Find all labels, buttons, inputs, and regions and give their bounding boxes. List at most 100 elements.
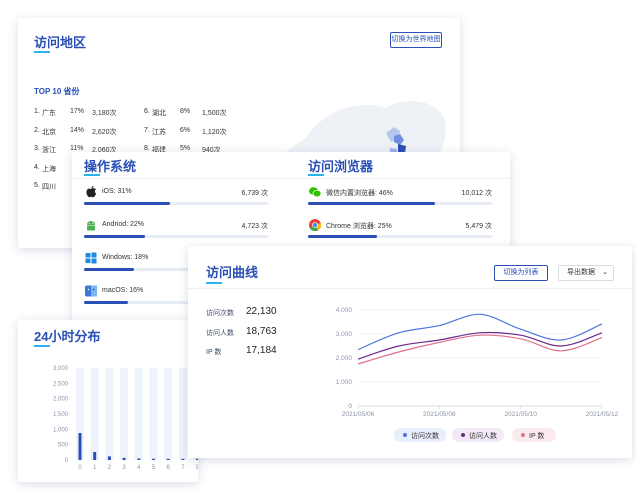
- visits-series-line: [357, 331, 603, 360]
- os-stat-label: Windows: 18%: [102, 254, 149, 261]
- hours-bar-bg: [134, 368, 143, 460]
- province-rank: 8.: [144, 145, 150, 152]
- os-stat-row: Andriod: 22% 4,723 次: [84, 218, 268, 240]
- browser-title: 访问浏览器: [308, 159, 374, 174]
- os-stat-row: iOS: 31% 6,739 次: [84, 185, 268, 207]
- province-name: 浙江: [42, 147, 56, 154]
- os-stat-track: [84, 202, 268, 205]
- province-rank: 2.: [34, 126, 40, 134]
- hours-bar: [78, 433, 82, 460]
- hours-bar-chart: 05001,0001,5002,0002,5003,00001234567891…: [53, 366, 198, 471]
- os-title: 操作系统: [84, 159, 137, 174]
- province-pct: 17%: [70, 108, 85, 115]
- wechat-icon: [308, 185, 322, 199]
- province-row: 1. 广东 17% 3,180次: [34, 108, 139, 120]
- hours-bar: [166, 458, 170, 460]
- os-stat-fill: [84, 268, 134, 271]
- hours-bar-bg: [105, 368, 114, 460]
- province-pct: 11%: [70, 145, 84, 152]
- os-stat-fill: [84, 235, 145, 238]
- hours-x-tick: 5: [152, 465, 156, 471]
- province-rank: 4.: [34, 163, 40, 171]
- visits-card: 访问曲线 切换为列表 导出数据 ⌄ 访问次数 22,130 访问人数 18,76…: [188, 246, 632, 458]
- hours-bar: [196, 458, 198, 460]
- legend-visitors-dot: [461, 433, 465, 437]
- hours-bar-bg: [164, 368, 173, 460]
- visits-series-line: [357, 313, 603, 351]
- legend-visitors-label: 访问人数: [469, 433, 497, 440]
- browser-stat-count: 10,012 次: [461, 190, 492, 197]
- province-name: 湖北: [152, 110, 166, 117]
- browser-stat-fill: [308, 235, 377, 238]
- province-count: 2,620次: [92, 128, 117, 136]
- hours-bar-bg: [149, 368, 158, 460]
- hours-bar-bg: [90, 368, 99, 460]
- hours-y-tick: 2,500: [53, 381, 69, 387]
- os-stat-label: iOS: 31%: [102, 188, 132, 195]
- hours-x-tick: 0: [78, 465, 82, 471]
- visits-x-tick: 2021/05/08: [423, 411, 456, 418]
- hours-bar: [122, 457, 126, 460]
- hours-x-tick: 3: [122, 465, 126, 471]
- hours-bar: [93, 452, 97, 460]
- province-name: 广东: [42, 110, 56, 117]
- browser-title-bar: [308, 174, 324, 176]
- region-title-bar: [34, 51, 50, 53]
- legend-ip[interactable]: IP 数: [512, 428, 556, 442]
- province-pct: 5%: [180, 145, 191, 152]
- province-name: 北京: [42, 128, 56, 136]
- finder-icon: [84, 284, 98, 298]
- hours-x-tick: 6: [167, 465, 171, 471]
- hours-bar-bg: [120, 368, 129, 460]
- province-row: 7. 江苏 6% 1,120次: [144, 127, 249, 139]
- hours-y-tick: 1,500: [53, 412, 69, 418]
- visits-x-tick: 2021/05/06: [342, 411, 375, 418]
- hours-x-tick: 7: [181, 465, 185, 471]
- province-pct: 14%: [70, 126, 85, 134]
- hours-y-tick: 1,000: [53, 427, 69, 433]
- hours-card: 24小时分布 0 500 1,000 1,500 2,000 2,500 3,000 0 1 2 3…: [18, 320, 198, 482]
- top10-title: TOP 10 省份: [34, 87, 80, 96]
- province-name: 四川: [42, 184, 56, 191]
- hours-bar: [181, 458, 185, 460]
- legend-ip-label: IP 数: [529, 433, 545, 440]
- browser-stat-row: Chrome 浏览器: 25% 5,479 次: [308, 218, 492, 240]
- os-stat-label: macOS: 16%: [102, 287, 144, 294]
- hours-y-tick: 3,000: [53, 366, 69, 372]
- visits-y-tick: 2,000: [336, 355, 353, 362]
- os-stat-fill: [84, 301, 128, 304]
- province-count: 1,500次: [202, 110, 227, 117]
- region-title: 访问地区: [34, 35, 87, 50]
- visits-y-tick: 3,000: [336, 331, 353, 338]
- os-stat-count: 4,723 次: [241, 223, 268, 230]
- legend-ip-dot: [521, 433, 525, 437]
- hours-x-tick: 8: [196, 465, 198, 471]
- visits-x-tick: 2021/05/12: [586, 411, 619, 418]
- legend-visits-label: 访问次数: [411, 433, 439, 440]
- os-title-bar: [84, 174, 100, 176]
- province-row: 2. 北京 14% 2,620次: [34, 127, 139, 139]
- legend-visitors[interactable]: 访问人数: [452, 428, 504, 442]
- legend-visits[interactable]: 访问次数: [394, 428, 446, 442]
- apple-icon: [84, 185, 98, 199]
- browser-stat-track: [308, 202, 492, 205]
- hours-x-tick: 4: [137, 465, 141, 471]
- browser-stat-count: 5,479 次: [465, 223, 492, 230]
- province-rank: 3.: [34, 145, 40, 152]
- province-rank: 6.: [144, 108, 150, 115]
- os-stat-fill: [84, 202, 170, 205]
- hours-bar: [152, 458, 155, 460]
- legend-visits-dot: [403, 433, 407, 437]
- hours-bar-bg: [178, 368, 187, 460]
- os-stat-label: Andriod: 22%: [102, 221, 145, 228]
- os-stat-track: [84, 235, 268, 238]
- hours-y-tick: 2,000: [53, 397, 69, 403]
- hours-x-tick: 2: [108, 465, 112, 471]
- browser-stat-track: [308, 235, 492, 238]
- province-pct: 8%: [180, 108, 191, 115]
- hours-bar: [107, 456, 111, 460]
- switch-world-map-button[interactable]: 切换为世界地图: [390, 32, 442, 48]
- province-rank: 1.: [34, 108, 40, 115]
- visits-line-chart: 0 1,000 2,000 3,000 4,000 2021/05/06 2021/05/0…: [336, 307, 619, 418]
- android-icon: [84, 218, 98, 232]
